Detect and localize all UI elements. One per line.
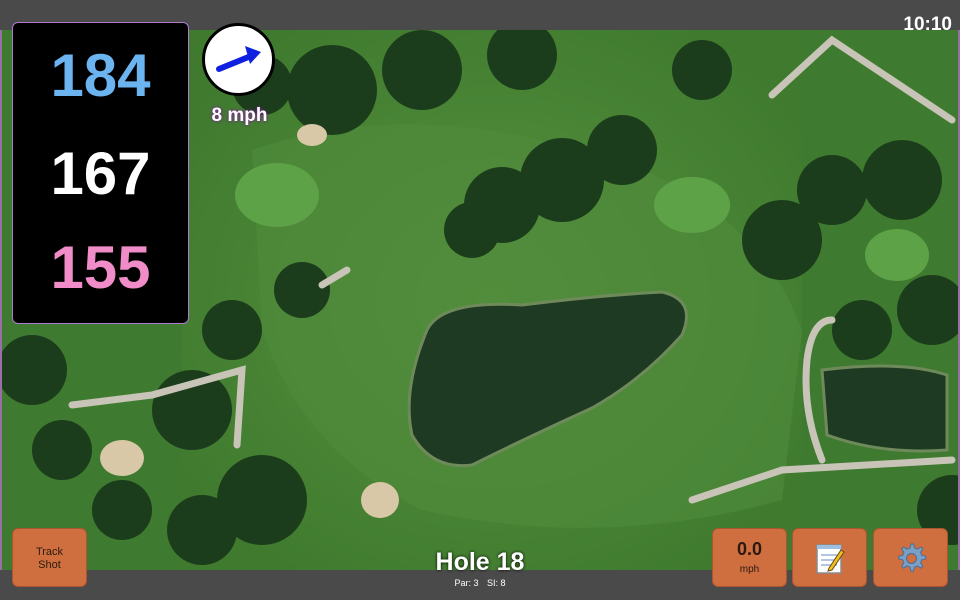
back-distance: 184 [50,42,151,109]
track-shot-button[interactable]: Track Shot [12,528,87,587]
distance-panel: 184 167 155 [12,22,189,324]
middle-distance: 167 [50,140,151,207]
speed-unit: mph [739,564,760,575]
hole-info: Par: 3 SI: 8 [380,578,580,588]
wind-dial [202,23,275,96]
notes-button[interactable] [792,528,867,587]
clock: 10:10 [903,14,952,35]
hole-si: SI: 8 [487,578,506,588]
speed-value: 0.0 [736,539,763,559]
hole-title: Hole 18 [435,548,525,576]
notepad-icon [815,543,845,574]
hole-par: Par: 3 [454,578,479,588]
gear-icon [897,543,926,572]
wind-speed: 8 mph [211,105,268,126]
track-shot-label-line2: Shot [38,559,61,571]
front-distance: 155 [50,234,151,301]
speed-button[interactable]: 0.0 mph [712,528,787,587]
track-shot-label-line1: Track [35,546,64,558]
settings-button[interactable] [873,528,948,587]
wind-arrow-icon [216,46,261,72]
